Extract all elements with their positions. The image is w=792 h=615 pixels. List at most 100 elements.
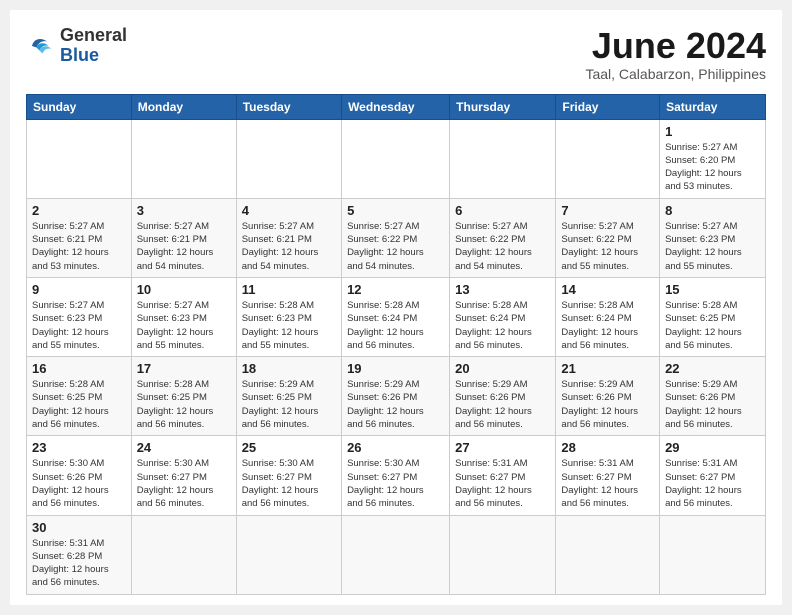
day-cell: 9 Sunrise: 5:27 AMSunset: 6:23 PMDaylight… [27,277,132,356]
day-info: Sunrise: 5:28 AMSunset: 6:25 PMDaylight:… [665,299,760,352]
month-title: June 2024 [585,26,766,66]
week-row-4: 23 Sunrise: 5:30 AMSunset: 6:26 PMDayligh… [27,436,766,515]
day-header-tuesday: Tuesday [236,94,341,119]
day-number: 12 [347,282,444,297]
day-info: Sunrise: 5:28 AMSunset: 6:24 PMDaylight:… [561,299,654,352]
day-cell: 25 Sunrise: 5:30 AMSunset: 6:27 PMDayligh… [236,436,341,515]
day-number: 4 [242,203,336,218]
day-number: 21 [561,361,654,376]
day-number: 17 [137,361,231,376]
day-cell: 22 Sunrise: 5:29 AMSunset: 6:26 PMDayligh… [660,357,766,436]
day-cell: 12 Sunrise: 5:28 AMSunset: 6:24 PMDayligh… [342,277,450,356]
day-number: 9 [32,282,126,297]
day-info: Sunrise: 5:27 AMSunset: 6:22 PMDaylight:… [455,220,550,273]
day-number: 22 [665,361,760,376]
day-info: Sunrise: 5:27 AMSunset: 6:22 PMDaylight:… [561,220,654,273]
day-info: Sunrise: 5:27 AMSunset: 6:23 PMDaylight:… [32,299,126,352]
logo-text: GeneralBlue [60,26,127,66]
day-cell [342,515,450,594]
day-cell [27,119,132,198]
day-cell [450,119,556,198]
day-number: 26 [347,440,444,455]
day-number: 13 [455,282,550,297]
day-cell [556,119,660,198]
day-number: 7 [561,203,654,218]
day-number: 8 [665,203,760,218]
day-info: Sunrise: 5:31 AMSunset: 6:27 PMDaylight:… [561,457,654,510]
day-cell [450,515,556,594]
day-cell: 20Sunrise: 5:29 AMSunset: 6:26 PMDayligh… [450,357,556,436]
day-header-sunday: Sunday [27,94,132,119]
day-info: Sunrise: 5:29 AMSunset: 6:26 PMDaylight:… [455,378,550,431]
day-cell: 17 Sunrise: 5:28 AMSunset: 6:25 PMDayligh… [131,357,236,436]
day-info: Sunrise: 5:30 AMSunset: 6:26 PMDaylight:… [32,457,126,510]
day-info: Sunrise: 5:27 AMSunset: 6:23 PMDaylight:… [137,299,231,352]
day-cell: 18 Sunrise: 5:29 AMSunset: 6:25 PMDayligh… [236,357,341,436]
day-cell: 27Sunrise: 5:31 AMSunset: 6:27 PMDayligh… [450,436,556,515]
day-info: Sunrise: 5:31 AMSunset: 6:27 PMDaylight:… [665,457,760,510]
day-cell: 14 Sunrise: 5:28 AMSunset: 6:24 PMDayligh… [556,277,660,356]
day-number: 6 [455,203,550,218]
day-info: Sunrise: 5:30 AMSunset: 6:27 PMDaylight:… [347,457,444,510]
day-info: Sunrise: 5:28 AMSunset: 6:23 PMDaylight:… [242,299,336,352]
day-header-saturday: Saturday [660,94,766,119]
week-row-0: 1 Sunrise: 5:27 AMSunset: 6:20 PMDaylight… [27,119,766,198]
day-info: Sunrise: 5:30 AMSunset: 6:27 PMDaylight:… [137,457,231,510]
day-cell: 28Sunrise: 5:31 AMSunset: 6:27 PMDayligh… [556,436,660,515]
day-cell: 16 Sunrise: 5:28 AMSunset: 6:25 PMDayligh… [27,357,132,436]
day-number: 23 [32,440,126,455]
day-info: Sunrise: 5:27 AMSunset: 6:23 PMDaylight:… [665,220,760,273]
day-number: 27 [455,440,550,455]
day-cell: 26 Sunrise: 5:30 AMSunset: 6:27 PMDayligh… [342,436,450,515]
day-info: Sunrise: 5:28 AMSunset: 6:24 PMDaylight:… [455,299,550,352]
day-cell: 3Sunrise: 5:27 AMSunset: 6:21 PMDaylight… [131,198,236,277]
day-cell: 30 Sunrise: 5:31 AMSunset: 6:28 PMDayligh… [27,515,132,594]
day-cell: 8 Sunrise: 5:27 AMSunset: 6:23 PMDaylight… [660,198,766,277]
day-header-friday: Friday [556,94,660,119]
week-row-5: 30 Sunrise: 5:31 AMSunset: 6:28 PMDayligh… [27,515,766,594]
day-info: Sunrise: 5:29 AMSunset: 6:26 PMDaylight:… [561,378,654,431]
day-number: 25 [242,440,336,455]
day-info: Sunrise: 5:30 AMSunset: 6:27 PMDaylight:… [242,457,336,510]
location: Taal, Calabarzon, Philippines [585,66,766,82]
day-info: Sunrise: 5:28 AMSunset: 6:25 PMDaylight:… [137,378,231,431]
day-cell: 4Sunrise: 5:27 AMSunset: 6:21 PMDaylight… [236,198,341,277]
day-header-thursday: Thursday [450,94,556,119]
day-cell [660,515,766,594]
header-row: SundayMondayTuesdayWednesdayThursdayFrid… [27,94,766,119]
day-info: Sunrise: 5:27 AMSunset: 6:21 PMDaylight:… [32,220,126,273]
week-row-3: 16 Sunrise: 5:28 AMSunset: 6:25 PMDayligh… [27,357,766,436]
day-number: 2 [32,203,126,218]
day-info: Sunrise: 5:27 AMSunset: 6:21 PMDaylight:… [137,220,231,273]
day-cell: 5Sunrise: 5:27 AMSunset: 6:22 PMDaylight… [342,198,450,277]
day-info: Sunrise: 5:31 AMSunset: 6:28 PMDaylight:… [32,537,126,590]
week-row-1: 2 Sunrise: 5:27 AMSunset: 6:21 PMDaylight… [27,198,766,277]
day-cell [236,119,341,198]
day-info: Sunrise: 5:29 AMSunset: 6:25 PMDaylight:… [242,378,336,431]
day-cell: 29 Sunrise: 5:31 AMSunset: 6:27 PMDayligh… [660,436,766,515]
day-cell: 7 Sunrise: 5:27 AMSunset: 6:22 PMDaylight… [556,198,660,277]
day-cell [236,515,341,594]
day-info: Sunrise: 5:28 AMSunset: 6:25 PMDaylight:… [32,378,126,431]
day-number: 16 [32,361,126,376]
day-cell [131,119,236,198]
day-cell [342,119,450,198]
week-row-2: 9 Sunrise: 5:27 AMSunset: 6:23 PMDaylight… [27,277,766,356]
day-number: 19 [347,361,444,376]
day-cell: 10Sunrise: 5:27 AMSunset: 6:23 PMDayligh… [131,277,236,356]
day-number: 30 [32,520,126,535]
day-number: 1 [665,124,760,139]
day-number: 18 [242,361,336,376]
calendar-table: SundayMondayTuesdayWednesdayThursdayFrid… [26,94,766,595]
day-number: 14 [561,282,654,297]
day-number: 29 [665,440,760,455]
day-info: Sunrise: 5:29 AMSunset: 6:26 PMDaylight:… [665,378,760,431]
day-info: Sunrise: 5:27 AMSunset: 6:20 PMDaylight:… [665,141,760,194]
day-header-wednesday: Wednesday [342,94,450,119]
logo-icon [26,31,56,61]
day-cell: 2 Sunrise: 5:27 AMSunset: 6:21 PMDaylight… [27,198,132,277]
day-cell: 21 Sunrise: 5:29 AMSunset: 6:26 PMDayligh… [556,357,660,436]
day-cell: 6 Sunrise: 5:27 AMSunset: 6:22 PMDaylight… [450,198,556,277]
logo: GeneralBlue [26,26,127,66]
day-info: Sunrise: 5:28 AMSunset: 6:24 PMDaylight:… [347,299,444,352]
